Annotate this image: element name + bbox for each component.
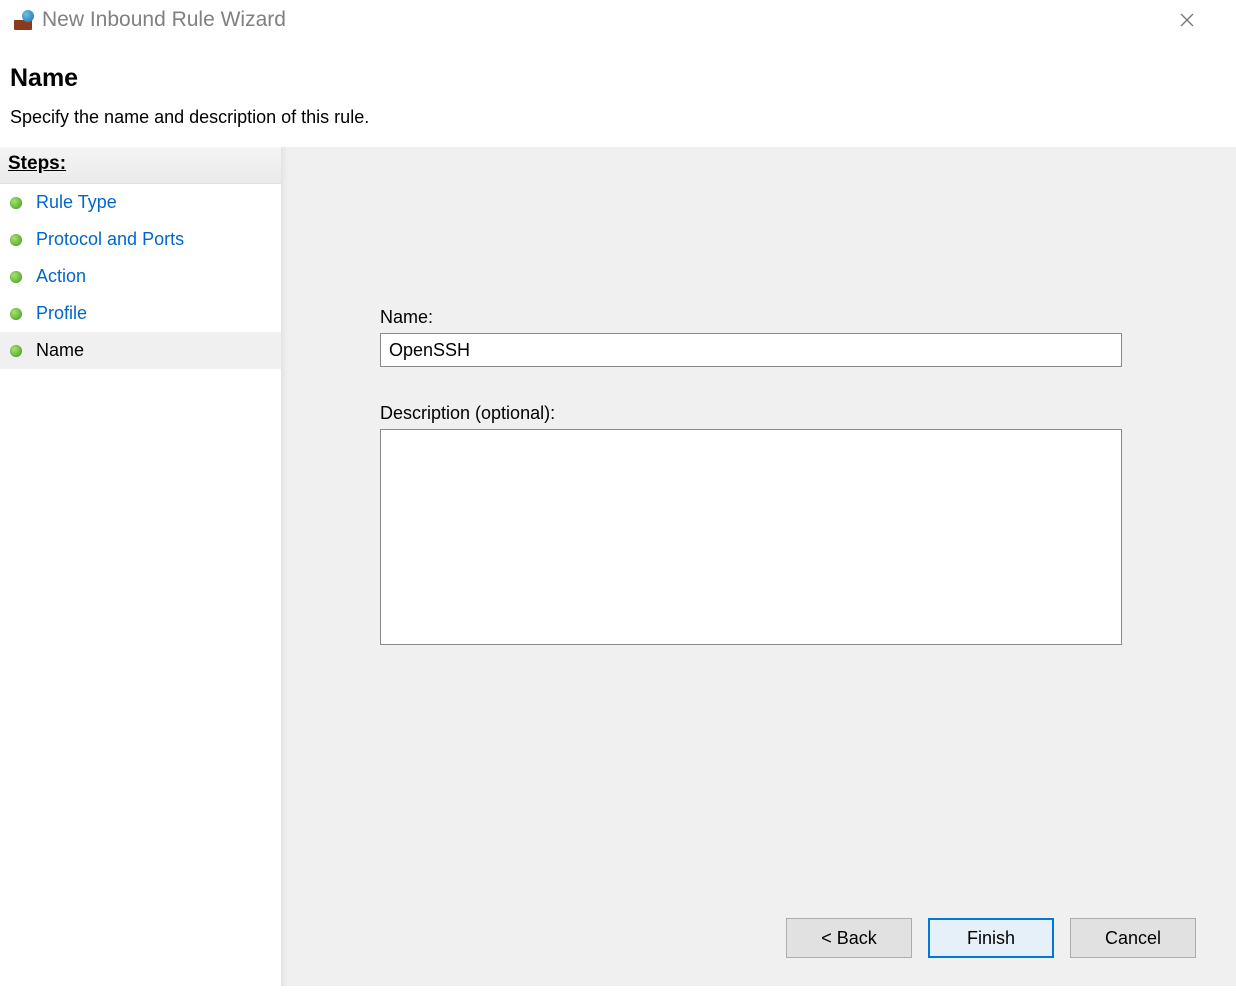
- content-area: Steps: Rule Type Protocol and Ports Acti…: [0, 146, 1236, 986]
- main-panel: Name: Description (optional): < Back Fin…: [282, 147, 1236, 986]
- back-button[interactable]: < Back: [786, 918, 912, 958]
- step-bullet-icon: [10, 308, 22, 320]
- steps-sidebar: Steps: Rule Type Protocol and Ports Acti…: [0, 147, 282, 986]
- titlebar: New Inbound Rule Wizard: [0, 0, 1236, 40]
- step-bullet-icon: [10, 234, 22, 246]
- close-icon[interactable]: [1172, 5, 1202, 35]
- description-label: Description (optional):: [380, 403, 1122, 424]
- step-bullet-icon: [10, 345, 22, 357]
- page-title: Name: [10, 64, 1226, 93]
- description-group: Description (optional):: [380, 403, 1122, 650]
- step-label: Profile: [36, 303, 87, 324]
- steps-heading: Steps:: [0, 147, 281, 184]
- description-input[interactable]: [380, 429, 1122, 645]
- name-group: Name:: [380, 307, 1122, 367]
- wizard-header: Name Specify the name and description of…: [0, 40, 1236, 146]
- step-action[interactable]: Action: [0, 258, 281, 295]
- cancel-button[interactable]: Cancel: [1070, 918, 1196, 958]
- step-label: Rule Type: [36, 192, 117, 213]
- panel-edge: [282, 147, 288, 986]
- form-area: Name: Description (optional):: [302, 147, 1216, 650]
- name-input[interactable]: [380, 333, 1122, 367]
- step-bullet-icon: [10, 271, 22, 283]
- step-label: Action: [36, 266, 86, 287]
- name-label: Name:: [380, 307, 1122, 328]
- firewall-icon: [14, 10, 34, 30]
- page-subtitle: Specify the name and description of this…: [10, 107, 1226, 128]
- step-label: Name: [36, 340, 84, 361]
- button-row: < Back Finish Cancel: [786, 918, 1196, 958]
- step-protocol-and-ports[interactable]: Protocol and Ports: [0, 221, 281, 258]
- step-bullet-icon: [10, 197, 22, 209]
- step-name[interactable]: Name: [0, 332, 281, 369]
- window-title: New Inbound Rule Wizard: [42, 8, 286, 32]
- step-profile[interactable]: Profile: [0, 295, 281, 332]
- step-label: Protocol and Ports: [36, 229, 184, 250]
- step-rule-type[interactable]: Rule Type: [0, 184, 281, 221]
- finish-button[interactable]: Finish: [928, 918, 1054, 958]
